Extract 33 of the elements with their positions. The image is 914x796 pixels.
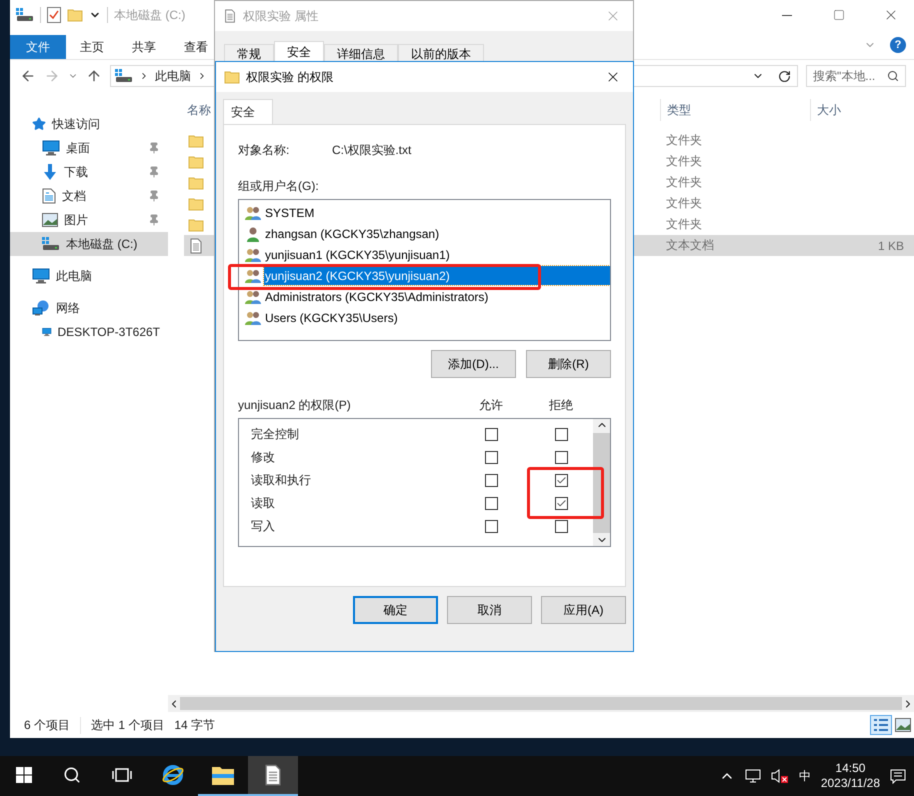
status-text: 选中 1 个项目: [91, 716, 166, 734]
sidebar-label: 图片: [64, 212, 89, 228]
sidebar-label: DESKTOP-3T626T: [58, 325, 160, 339]
column-header: 拒绝: [548, 397, 574, 414]
sidebar-label: 快速访问: [52, 116, 101, 132]
column-header: 允许: [478, 397, 504, 414]
list-label: yunjisuan2 的权限(P): [238, 397, 352, 414]
file-type: 文件夹: [665, 132, 703, 149]
field-label: 对象名称:: [238, 142, 290, 158]
file-size: 1 KB: [876, 238, 905, 252]
file-type: 文件夹: [665, 174, 703, 191]
file-type: 文件夹: [665, 216, 703, 233]
sidebar-label: 网络: [56, 300, 81, 316]
status-text: 14 字节: [174, 716, 216, 734]
status-text: 6 个项目: [24, 716, 82, 734]
file-type: 文件夹: [665, 153, 703, 170]
permission-name: 完全控制: [250, 426, 300, 443]
sidebar-label: 文档: [62, 188, 87, 204]
object-name: C:\权限实验.txt: [332, 142, 412, 158]
permission-name: 读取和执行: [250, 472, 312, 489]
permission-name: 读取: [250, 495, 276, 512]
file-type: 文本文档: [665, 237, 715, 254]
permission-name: 写入: [250, 518, 276, 535]
list-label: 组或用户名(G):: [238, 178, 320, 194]
dialog-title: 权限实验 的权限: [246, 68, 334, 86]
window-title: 本地磁盘 (C:): [114, 6, 186, 24]
sidebar-label: 下载: [64, 164, 89, 180]
dialog-title: 权限实验 属性: [243, 8, 320, 24]
file-type: 文件夹: [665, 195, 703, 212]
sidebar-label: 桌面: [66, 140, 91, 156]
sidebar-label: 此电脑: [56, 268, 93, 284]
permission-name: 修改: [250, 449, 276, 466]
sidebar-label: 本地磁盘 (C:): [66, 236, 138, 252]
